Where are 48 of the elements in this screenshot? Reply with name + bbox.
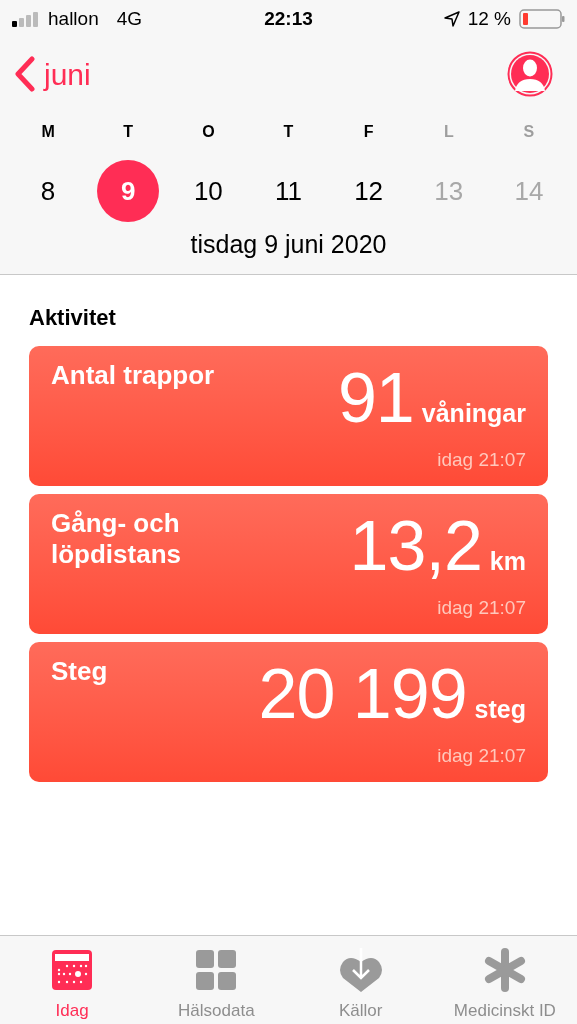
card-title: Antal trappor bbox=[51, 360, 216, 391]
status-time: 22:13 bbox=[264, 6, 313, 31]
day-button[interactable]: 13 bbox=[417, 160, 480, 222]
tab-button[interactable]: Hälsodata bbox=[144, 936, 289, 1024]
battery-icon bbox=[519, 9, 565, 29]
tab-button[interactable]: Idag bbox=[0, 936, 145, 1024]
weekday-letter: S bbox=[523, 122, 535, 142]
weekday-letter: T bbox=[123, 122, 134, 142]
card-value: 20 199 bbox=[258, 656, 467, 732]
weekday-letter: O bbox=[202, 122, 215, 142]
activity-card[interactable]: Steg 20 199 steg idag 21:07 bbox=[29, 642, 548, 782]
activity-card[interactable]: Antal trappor 91 våningar idag 21:07 bbox=[29, 346, 548, 486]
weekday-letter: L bbox=[443, 122, 454, 142]
location-arrow-icon bbox=[443, 11, 460, 27]
day-button[interactable]: 14 bbox=[497, 160, 560, 222]
card-unit: steg bbox=[474, 694, 526, 725]
day-button[interactable]: 11 bbox=[257, 160, 320, 222]
tab-button[interactable]: Källor bbox=[288, 936, 433, 1024]
card-timestamp: idag 21:07 bbox=[437, 447, 526, 472]
card-unit: km bbox=[489, 546, 526, 577]
back-link[interactable]: juni bbox=[14, 51, 91, 97]
selected-date: tisdag 9 juni 2020 bbox=[190, 229, 387, 260]
carrier-name: hallon bbox=[48, 6, 99, 31]
weekday-letter: M bbox=[41, 122, 55, 142]
tab-button[interactable]: Medicinskt ID bbox=[432, 936, 577, 1024]
section-title: Aktivitet bbox=[29, 304, 116, 332]
card-title: Gång- och löpdistans bbox=[51, 508, 182, 570]
day-button[interactable]: 9 bbox=[97, 160, 160, 222]
asterisk-icon bbox=[482, 948, 527, 992]
chevron-left-icon bbox=[14, 56, 36, 92]
card-value: 13,2 bbox=[349, 508, 482, 584]
activity-card[interactable]: Gång- och löpdistans 13,2 km idag 21:07 bbox=[29, 494, 548, 634]
battery-percent: 12 % bbox=[467, 6, 511, 31]
weekday-letter: T bbox=[283, 122, 294, 142]
card-timestamp: idag 21:07 bbox=[437, 743, 526, 768]
grid-icon bbox=[196, 950, 237, 990]
profile-icon[interactable] bbox=[507, 51, 553, 97]
card-unit: våningar bbox=[421, 398, 526, 429]
day-button[interactable]: 12 bbox=[337, 160, 400, 222]
network-type: 4G bbox=[116, 6, 143, 31]
card-value: 91 bbox=[337, 360, 414, 436]
day-button[interactable]: 10 bbox=[177, 160, 240, 222]
card-timestamp: idag 21:07 bbox=[437, 595, 526, 620]
calendar-icon bbox=[52, 950, 93, 990]
weekday-letter: F bbox=[363, 122, 374, 142]
heart-download-icon bbox=[338, 948, 383, 992]
day-button[interactable]: 8 bbox=[17, 160, 80, 222]
card-title: Steg bbox=[51, 656, 109, 687]
